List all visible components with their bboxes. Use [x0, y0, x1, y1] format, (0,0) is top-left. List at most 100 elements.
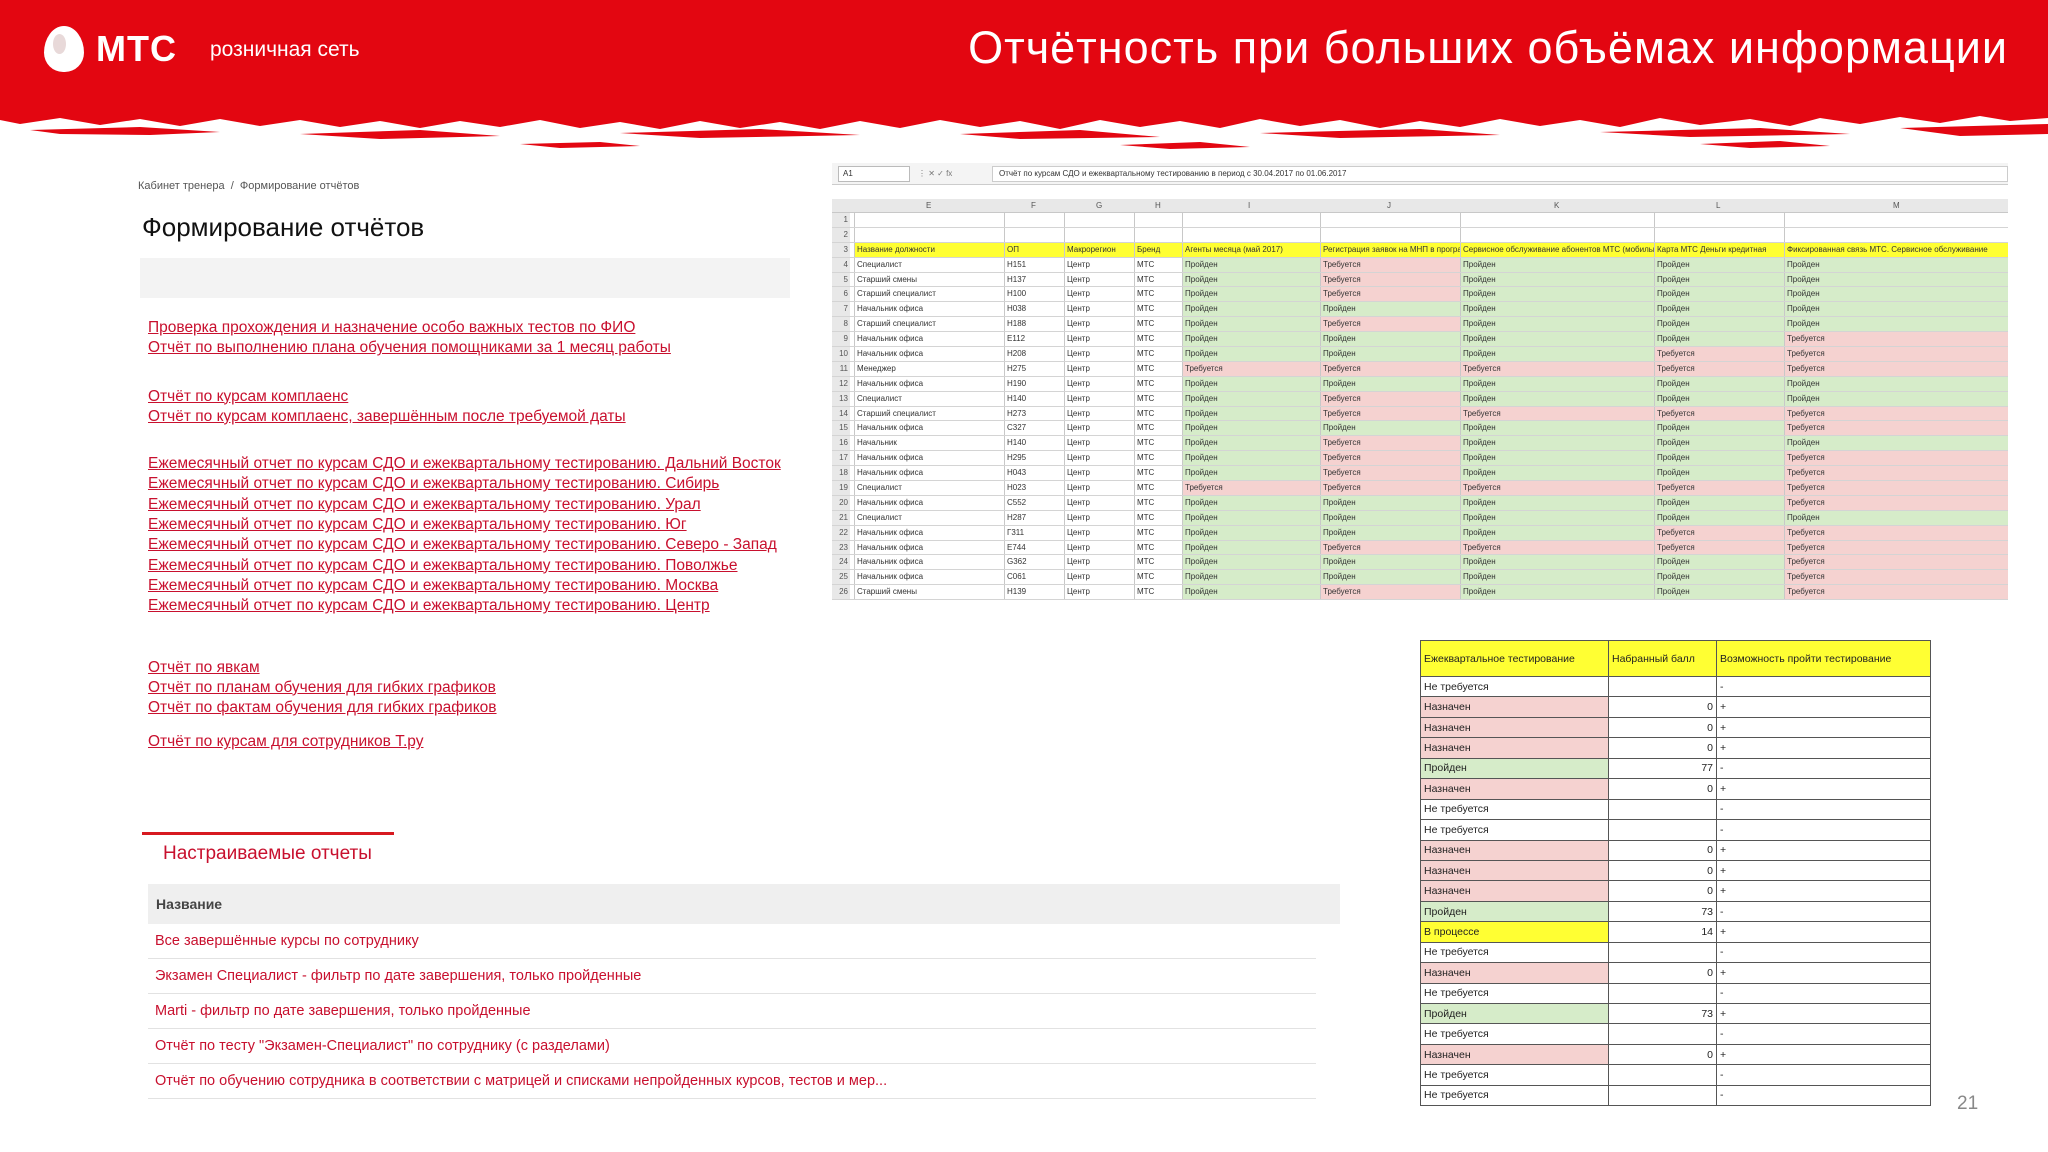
spreadsheet-cell[interactable] — [1320, 213, 1460, 227]
spreadsheet-cell[interactable]: Е744 — [1004, 540, 1064, 555]
spreadsheet-cell[interactable]: Пройден — [1784, 376, 2008, 391]
spreadsheet-cell[interactable]: Требуется — [1320, 317, 1460, 332]
spreadsheet-cell[interactable]: Начальник — [854, 436, 1004, 451]
report-link[interactable]: Ежемесячный отчет по курсам СДО и ежеква… — [148, 535, 781, 555]
spreadsheet-cell[interactable]: Начальник офиса — [854, 525, 1004, 540]
spreadsheet-cell[interactable]: Центр — [1064, 555, 1134, 570]
spreadsheet-cell[interactable]: Требуется — [1460, 361, 1654, 376]
spreadsheet-cell[interactable]: Пройден — [1182, 466, 1320, 481]
report-link[interactable]: Отчёт по явкам — [148, 658, 781, 678]
spreadsheet-cell[interactable]: Пройден — [1654, 332, 1784, 347]
spreadsheet-cell[interactable]: МТС — [1134, 451, 1182, 466]
table-row[interactable]: Все завершённые курсы по сотруднику — [148, 924, 1316, 959]
row-number[interactable]: 26 — [832, 585, 850, 600]
spreadsheet-cell[interactable]: Пройден — [1654, 495, 1784, 510]
quarterly-cell[interactable]: Пройден — [1420, 900, 1609, 923]
spreadsheet-cell[interactable]: Пройден — [1182, 436, 1320, 451]
column-letter[interactable]: F — [1031, 201, 1036, 210]
spreadsheet-cell[interactable]: Старший смены — [854, 585, 1004, 600]
quarterly-cell[interactable]: - — [1716, 757, 1931, 780]
spreadsheet-cell[interactable]: Требуется — [1784, 585, 2008, 600]
row-number[interactable]: 11 — [832, 361, 850, 376]
report-link[interactable]: Отчёт по курсам комплаенс, завершённым п… — [148, 407, 781, 427]
quarterly-cell[interactable]: - — [1716, 982, 1931, 1005]
spreadsheet-cell[interactable]: Специалист — [854, 257, 1004, 272]
row-number[interactable]: 15 — [832, 421, 850, 436]
spreadsheet-cell[interactable]: Н140 — [1004, 436, 1064, 451]
spreadsheet-cell[interactable]: Требуется — [1784, 540, 2008, 555]
spreadsheet-cell[interactable]: Требуется — [1320, 481, 1460, 495]
quarterly-cell[interactable]: 0 — [1608, 716, 1717, 739]
row-number[interactable]: 9 — [832, 332, 850, 347]
spreadsheet-cell[interactable]: МТС — [1134, 406, 1182, 421]
report-link[interactable]: Ежемесячный отчет по курсам СДО и ежеква… — [148, 515, 781, 535]
quarterly-cell[interactable]: Назначен — [1420, 1043, 1609, 1066]
spreadsheet-cell[interactable]: Требуется — [1320, 391, 1460, 406]
spreadsheet-cell[interactable]: Требуется — [1320, 257, 1460, 272]
spreadsheet-cell[interactable]: Требуется — [1320, 540, 1460, 555]
spreadsheet-cell[interactable]: Пройден — [1182, 302, 1320, 317]
spreadsheet-cell[interactable]: Пройден — [1460, 347, 1654, 361]
spreadsheet-cell[interactable]: МТС — [1134, 436, 1182, 451]
spreadsheet-cell[interactable]: Начальник офиса — [854, 466, 1004, 481]
quarterly-cell[interactable]: Не требуется — [1420, 675, 1609, 698]
quarterly-cell[interactable]: - — [1716, 798, 1931, 821]
row-number[interactable]: 4 — [832, 257, 850, 272]
spreadsheet-cell[interactable]: МТС — [1134, 332, 1182, 347]
spreadsheet-cell[interactable]: Н190 — [1004, 376, 1064, 391]
spreadsheet-cell[interactable]: МТС — [1134, 495, 1182, 510]
quarterly-cell[interactable]: Пройден — [1420, 757, 1609, 780]
spreadsheet-cell[interactable]: Требуется — [1320, 272, 1460, 287]
spreadsheet-cell[interactable]: Пройден — [1460, 391, 1654, 406]
spreadsheet-cell[interactable]: Начальник офиса — [854, 347, 1004, 361]
quarterly-cell[interactable] — [1608, 798, 1717, 821]
spreadsheet-cell[interactable]: Пройден — [1460, 466, 1654, 481]
spreadsheet-cell[interactable] — [1064, 213, 1134, 227]
quarterly-header-cell[interactable]: Ежеквартальное тестирование — [1420, 640, 1609, 677]
column-letter[interactable]: L — [1716, 201, 1720, 210]
report-link[interactable]: Ежемесячный отчет по курсам СДО и ежеква… — [148, 454, 781, 474]
spreadsheet-cell[interactable]: Требуется — [1320, 451, 1460, 466]
quarterly-cell[interactable]: + — [1716, 921, 1931, 943]
spreadsheet-cell[interactable]: МТС — [1134, 466, 1182, 481]
quarterly-cell[interactable]: + — [1716, 737, 1931, 759]
spreadsheet-cell[interactable]: Начальник офиса — [854, 376, 1004, 391]
spreadsheet-cell[interactable] — [1134, 213, 1182, 227]
spreadsheet-cell[interactable] — [1182, 213, 1320, 227]
spreadsheet-cell[interactable]: Центр — [1064, 570, 1134, 585]
spreadsheet-cell[interactable]: Требуется — [1320, 361, 1460, 376]
spreadsheet-cell[interactable] — [854, 227, 1004, 242]
spreadsheet-cell[interactable]: Н151 — [1004, 257, 1064, 272]
spreadsheet-cell[interactable]: Начальник офиса — [854, 570, 1004, 585]
spreadsheet-cell[interactable]: Пройден — [1320, 302, 1460, 317]
spreadsheet-cell[interactable]: Пройден — [1784, 391, 2008, 406]
spreadsheet-cell[interactable]: Пройден — [1182, 376, 1320, 391]
spreadsheet-cell[interactable]: Пройден — [1460, 451, 1654, 466]
spreadsheet-cell[interactable]: Менеджер — [854, 361, 1004, 376]
spreadsheet-cell[interactable]: Требуется — [1784, 347, 2008, 361]
report-link[interactable]: Ежемесячный отчет по курсам СДО и ежеква… — [148, 556, 781, 576]
spreadsheet-cell[interactable]: Пройден — [1654, 510, 1784, 525]
spreadsheet-cell[interactable]: МТС — [1134, 585, 1182, 600]
spreadsheet-cell[interactable]: Требуется — [1784, 332, 2008, 347]
spreadsheet-cell[interactable] — [1320, 227, 1460, 242]
spreadsheet-cell[interactable]: Карта МТС Деньги кредитная — [1654, 242, 1784, 257]
report-link[interactable]: Ежемесячный отчет по курсам СДО и ежеква… — [148, 474, 781, 494]
spreadsheet-cell[interactable]: Центр — [1064, 257, 1134, 272]
spreadsheet-cell[interactable]: Требуется — [1320, 287, 1460, 302]
spreadsheet-cell[interactable] — [1182, 227, 1320, 242]
spreadsheet-cell[interactable]: Центр — [1064, 540, 1134, 555]
row-number[interactable]: 3 — [832, 242, 850, 257]
spreadsheet-cell[interactable]: Н188 — [1004, 317, 1064, 332]
spreadsheet-cell[interactable]: Требуется — [1182, 481, 1320, 495]
spreadsheet-cell[interactable]: Центр — [1064, 406, 1134, 421]
quarterly-cell[interactable]: - — [1716, 1084, 1931, 1107]
spreadsheet-cell[interactable]: Начальник офиса — [854, 540, 1004, 555]
spreadsheet-cell[interactable]: Пройден — [1182, 555, 1320, 570]
spreadsheet-cell[interactable]: Пройден — [1182, 347, 1320, 361]
report-link[interactable]: Отчёт по курсам для сотрудников Т.ру — [148, 732, 781, 752]
quarterly-cell[interactable]: Не требуется — [1420, 1064, 1609, 1086]
spreadsheet-cell[interactable]: Центр — [1064, 391, 1134, 406]
quarterly-cell[interactable] — [1608, 1064, 1717, 1086]
row-number[interactable]: 2 — [832, 227, 850, 242]
